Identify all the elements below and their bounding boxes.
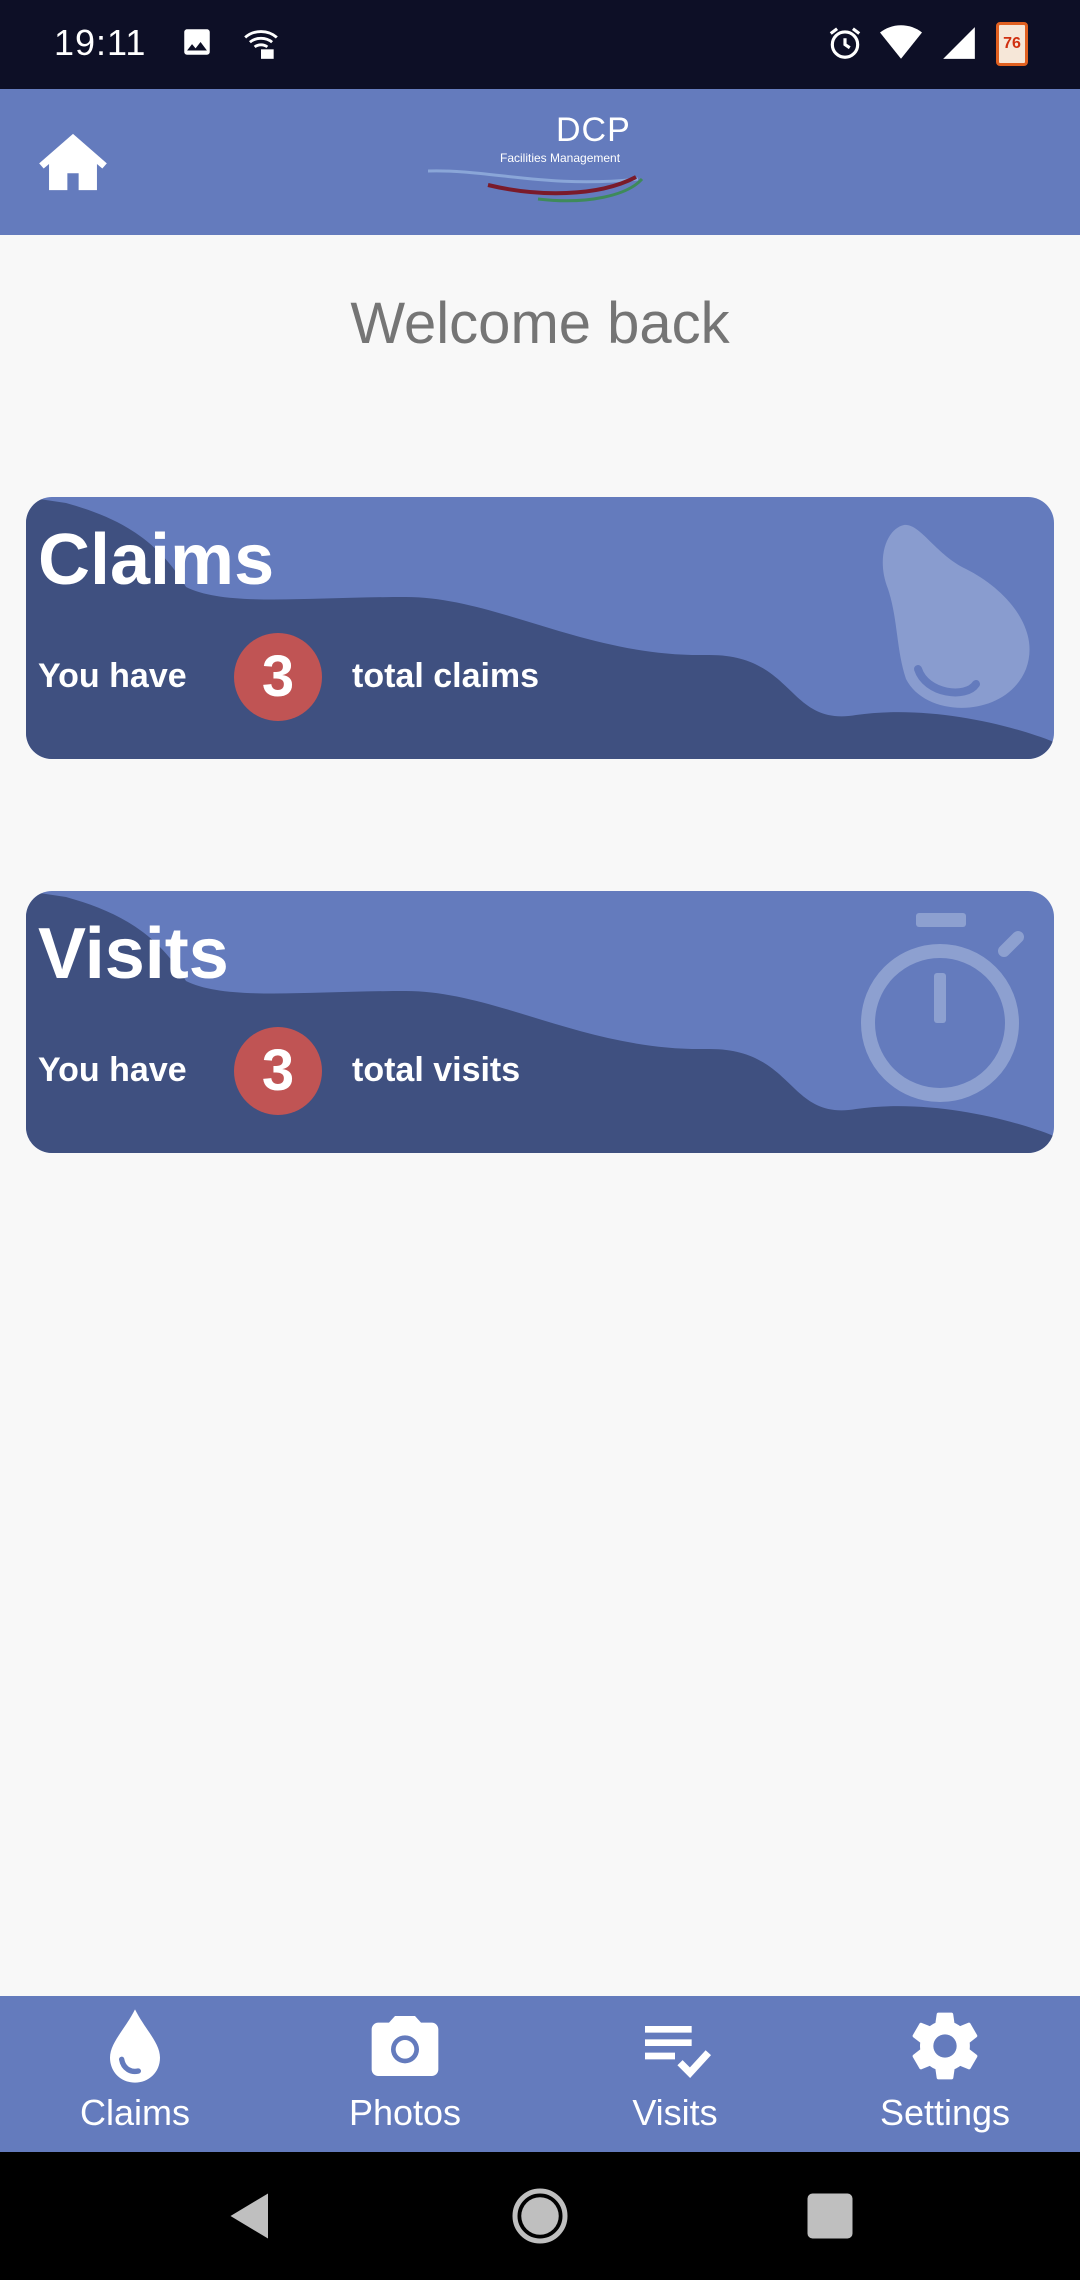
- claims-count-badge: 3: [234, 633, 322, 721]
- nav-visits-label: Visits: [632, 2092, 718, 2133]
- recents-icon[interactable]: [800, 2186, 860, 2246]
- checklist-icon: [645, 2026, 712, 2078]
- nav-settings[interactable]: Settings: [810, 1996, 1080, 2152]
- visits-prefix: You have: [38, 1051, 187, 1089]
- system-navigation-bar: [0, 2152, 1080, 2280]
- signal-icon: [943, 27, 975, 59]
- battery-level: 76: [1003, 35, 1021, 52]
- image-icon: [184, 29, 210, 55]
- company-logo: DCP Facilities Management: [428, 109, 648, 215]
- nav-visits[interactable]: Visits: [540, 1996, 810, 2152]
- nav-photos-label: Photos: [348, 2092, 462, 2133]
- app-bar: DCP Facilities Management: [0, 89, 1080, 235]
- home-circle-icon[interactable]: [510, 2186, 570, 2246]
- welcome-heading: Welcome back: [350, 291, 730, 356]
- visits-card[interactable]: Visits You have 3 total visits: [26, 891, 1054, 1153]
- visits-title: Visits: [38, 914, 229, 994]
- claims-summary: You have 3 total claims: [38, 633, 938, 721]
- visits-suffix: total visits: [352, 1051, 521, 1089]
- nav-photos[interactable]: Photos: [270, 1996, 540, 2152]
- claims-card[interactable]: Claims You have 3 total claims: [26, 497, 1054, 759]
- bottom-navigation: Claims Photos Visits Settings: [0, 1996, 1080, 2152]
- nav-claims-label: Claims: [79, 2092, 190, 2133]
- gear-icon: [912, 2012, 978, 2080]
- claims-title: Claims: [38, 520, 275, 600]
- status-bar: 19:11 76: [0, 0, 1080, 89]
- claims-suffix: total claims: [352, 657, 540, 695]
- claims-prefix: You have: [38, 657, 187, 695]
- water-drop-icon: [882, 524, 1030, 708]
- visits-summary: You have 3 total visits: [38, 1027, 938, 1115]
- nav-claims[interactable]: Claims: [0, 1996, 270, 2152]
- alarm-icon: [829, 27, 861, 59]
- status-time: 19:11: [54, 22, 147, 63]
- logo-swoosh: [428, 169, 644, 203]
- water-drop-icon: [110, 2009, 160, 2083]
- visits-count-badge: 3: [234, 1027, 322, 1115]
- wifi-lock-icon: [244, 30, 278, 59]
- logo-title: DCP: [556, 111, 631, 149]
- nav-settings-label: Settings: [879, 2092, 1011, 2133]
- wifi-icon: [880, 25, 922, 59]
- home-icon[interactable]: [38, 131, 108, 193]
- battery-icon: 76: [996, 22, 1028, 66]
- stopwatch-icon: [861, 913, 1024, 1102]
- camera-icon: [371, 2016, 439, 2076]
- back-icon[interactable]: [218, 2186, 278, 2246]
